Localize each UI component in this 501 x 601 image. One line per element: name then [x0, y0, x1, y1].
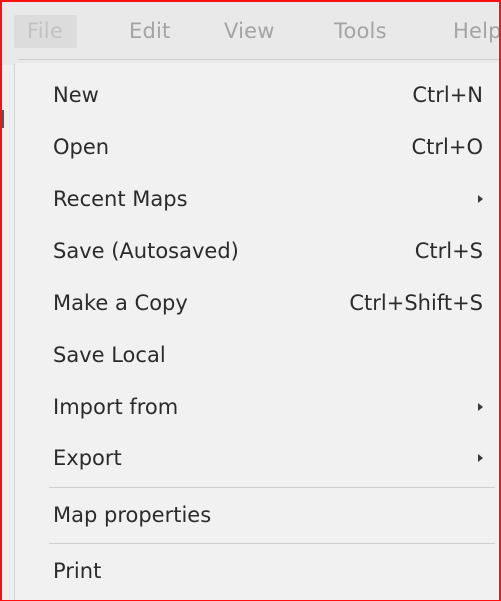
menu-item-recent-maps[interactable]: Recent Maps: [15, 173, 499, 225]
menu-separator: [49, 487, 495, 488]
menu-bar: File Edit View Tools Help: [2, 2, 499, 65]
menu-item-save-local[interactable]: Save Local: [15, 329, 499, 381]
menu-item-label: Export: [53, 446, 122, 470]
submenu-arrow-icon: [478, 403, 483, 411]
app-window: File Edit View Tools Help New Ctrl+N Ope…: [0, 0, 501, 601]
menu-file[interactable]: File: [14, 15, 77, 48]
menu-item-import-from[interactable]: Import from: [15, 381, 499, 433]
menu-item-print[interactable]: Print: [15, 545, 499, 597]
menu-item-export[interactable]: Export: [15, 432, 499, 484]
menu-item-shortcut: Ctrl+N: [412, 83, 483, 107]
menu-item-shortcut: Ctrl+S: [414, 239, 483, 263]
menu-bar-divider: [18, 59, 499, 60]
menu-item-map-properties[interactable]: Map properties: [15, 489, 499, 541]
menu-item-new[interactable]: New Ctrl+N: [15, 69, 499, 121]
menu-item-label: Print: [53, 559, 102, 583]
window-edge-mark: [2, 110, 4, 128]
menu-tools[interactable]: Tools: [334, 19, 387, 43]
menu-item-shortcut: Ctrl+O: [411, 135, 484, 159]
submenu-arrow-icon: [478, 195, 483, 203]
menu-item-label: Map properties: [53, 503, 212, 527]
file-menu-dropdown: New Ctrl+N Open Ctrl+O Recent Maps Save …: [14, 63, 499, 600]
menu-item-make-a-copy[interactable]: Make a Copy Ctrl+Shift+S: [15, 277, 499, 329]
menu-item-label: Save (Autosaved): [53, 239, 239, 263]
submenu-arrow-icon: [478, 454, 483, 462]
menu-item-label: Save Local: [53, 343, 166, 367]
menu-item-open[interactable]: Open Ctrl+O: [15, 121, 499, 173]
menu-view[interactable]: View: [224, 19, 275, 43]
menu-item-label: New: [53, 83, 99, 107]
menu-item-label: Make a Copy: [53, 291, 188, 315]
menu-edit[interactable]: Edit: [129, 19, 170, 43]
menu-item-label: Import from: [53, 395, 179, 419]
menu-item-label: Recent Maps: [53, 187, 188, 211]
menu-help[interactable]: Help: [453, 19, 499, 43]
menu-separator: [49, 543, 495, 544]
menu-item-label: Open: [53, 135, 110, 159]
menu-item-shortcut: Ctrl+Shift+S: [349, 291, 483, 315]
menu-item-save[interactable]: Save (Autosaved) Ctrl+S: [15, 225, 499, 277]
